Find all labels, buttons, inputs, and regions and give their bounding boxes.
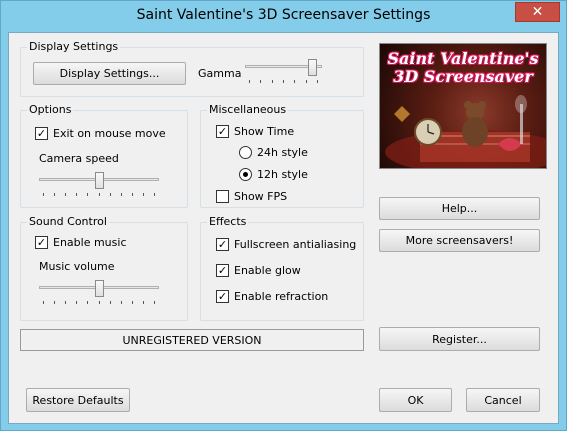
gamma-slider-ticks (245, 80, 322, 84)
enable-music-box[interactable]: ✓ (35, 236, 48, 249)
slider-tick (154, 193, 155, 196)
settings-window: Saint Valentine's 3D Screensaver Setting… (0, 0, 567, 431)
slider-tick (65, 193, 66, 196)
style-12h-label: 12h style (257, 168, 308, 181)
preview-scene (385, 95, 546, 168)
camera-speed-slider-thumb[interactable] (95, 172, 104, 189)
slider-tick (317, 80, 318, 83)
slider-tick (249, 80, 250, 83)
screensaver-preview-image: Saint Valentine's 3D Screensaver (379, 43, 547, 169)
effects-group: Effects ✓ Fullscreen antialiasing ✓ Enab… (200, 215, 364, 321)
slider-tick (143, 301, 144, 304)
slider-tick (143, 193, 144, 196)
fullscreen-antialiasing-checkbox[interactable]: ✓ Fullscreen antialiasing (216, 238, 356, 251)
slider-tick (87, 193, 88, 196)
options-legend: Options (27, 103, 74, 116)
help-button[interactable]: Help... (379, 197, 540, 220)
slider-tick (99, 301, 100, 304)
style-24h-label: 24h style (257, 146, 308, 159)
gamma-label: Gamma (198, 67, 242, 80)
register-button[interactable]: Register... (379, 327, 540, 351)
style-24h-circle[interactable] (239, 146, 252, 159)
slider-tick (99, 193, 100, 196)
window-title: Saint Valentine's 3D Screensaver Setting… (136, 7, 431, 23)
slider-tick (110, 193, 111, 196)
enable-glow-box[interactable]: ✓ (216, 264, 229, 277)
display-settings-button[interactable]: Display Settings... (33, 62, 186, 85)
gamma-slider[interactable] (245, 59, 322, 85)
style-12h-circle[interactable] (239, 168, 252, 181)
unregistered-status: UNREGISTERED VERSION (20, 329, 364, 351)
camera-speed-slider[interactable] (39, 172, 159, 198)
effects-legend: Effects (207, 215, 249, 228)
camera-speed-label: Camera speed (39, 152, 119, 165)
ok-button[interactable]: OK (379, 388, 452, 412)
show-fps-box[interactable] (216, 190, 229, 203)
show-fps-checkbox[interactable]: Show FPS (216, 190, 287, 203)
style-12h-radio[interactable]: 12h style (239, 168, 308, 181)
slider-tick (76, 301, 77, 304)
slider-tick (76, 193, 77, 196)
slider-tick (87, 301, 88, 304)
show-time-label: Show Time (234, 125, 295, 138)
sound-control-group: Sound Control ✓ Enable music Music volum… (20, 215, 188, 321)
slider-tick (43, 301, 44, 304)
exit-on-mouse-move-checkbox[interactable]: ✓ Exit on mouse move (35, 127, 166, 140)
enable-glow-checkbox[interactable]: ✓ Enable glow (216, 264, 301, 277)
enable-refraction-checkbox[interactable]: ✓ Enable refraction (216, 290, 328, 303)
slider-tick (272, 80, 273, 83)
show-time-box[interactable]: ✓ (216, 125, 229, 138)
slider-tick (260, 80, 261, 83)
slider-tick (132, 301, 133, 304)
exit-on-mouse-move-label: Exit on mouse move (53, 127, 166, 140)
enable-glow-label: Enable glow (234, 264, 301, 277)
fullscreen-antialiasing-box[interactable]: ✓ (216, 238, 229, 251)
music-volume-slider-ticks (39, 301, 159, 305)
close-icon: ✕ (531, 4, 544, 20)
restore-defaults-button[interactable]: Restore Defaults (26, 388, 130, 412)
slider-tick (54, 193, 55, 196)
miscellaneous-group: Miscellaneous ✓ Show Time 24h style 12h … (200, 103, 364, 208)
display-settings-legend: Display Settings (27, 40, 121, 53)
slider-tick (54, 301, 55, 304)
cancel-button[interactable]: Cancel (466, 388, 540, 412)
enable-refraction-box[interactable]: ✓ (216, 290, 229, 303)
slider-tick (283, 80, 284, 83)
slider-tick (132, 193, 133, 196)
slider-tick (154, 301, 155, 304)
exit-on-mouse-move-box[interactable]: ✓ (35, 127, 48, 140)
display-settings-group: Display Settings Display Settings... Gam… (20, 40, 364, 97)
slider-tick (110, 301, 111, 304)
title-bar[interactable]: Saint Valentine's 3D Screensaver Setting… (1, 1, 566, 32)
camera-speed-slider-ticks (39, 193, 159, 197)
miscellaneous-legend: Miscellaneous (207, 103, 289, 116)
slider-tick (294, 80, 295, 83)
show-time-checkbox[interactable]: ✓ Show Time (216, 125, 294, 138)
options-group: Options ✓ Exit on mouse move Camera spee… (20, 103, 188, 208)
music-volume-slider[interactable] (39, 280, 159, 306)
fullscreen-antialiasing-label: Fullscreen antialiasing (234, 238, 357, 251)
enable-music-label: Enable music (53, 236, 127, 249)
music-volume-slider-thumb[interactable] (95, 280, 104, 297)
style-24h-radio[interactable]: 24h style (239, 146, 308, 159)
slider-tick (306, 80, 307, 83)
close-button[interactable]: ✕ (515, 2, 560, 22)
slider-tick (65, 301, 66, 304)
enable-music-checkbox[interactable]: ✓ Enable music (35, 236, 127, 249)
more-screensavers-button[interactable]: More screensavers! (379, 229, 540, 252)
music-volume-label: Music volume (39, 260, 115, 273)
gamma-slider-thumb[interactable] (308, 59, 317, 76)
radio-selected-dot (243, 172, 248, 177)
slider-tick (43, 193, 44, 196)
slider-tick (121, 301, 122, 304)
enable-refraction-label: Enable refraction (234, 290, 329, 303)
sound-control-legend: Sound Control (27, 215, 109, 228)
slider-tick (121, 193, 122, 196)
show-fps-label: Show FPS (234, 190, 288, 203)
dialog-body: Display Settings Display Settings... Gam… (8, 32, 559, 424)
